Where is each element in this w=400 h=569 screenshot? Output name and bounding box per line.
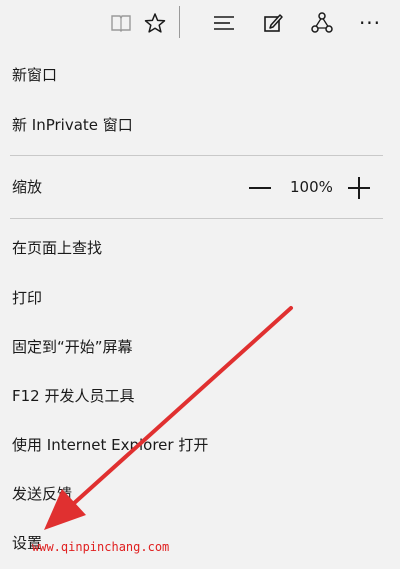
menu-item-print[interactable]: 打印: [12, 288, 42, 308]
reading-view-icon[interactable]: [106, 8, 136, 38]
zoom-value: 100%: [290, 178, 333, 196]
menu-divider: [10, 218, 383, 219]
zoom-in-button[interactable]: [348, 177, 370, 199]
menu-item-pin-to-start[interactable]: 固定到“开始”屏幕: [12, 337, 133, 357]
zoom-out-button[interactable]: [249, 187, 271, 189]
hub-icon[interactable]: [209, 8, 239, 38]
menu-item-new-window[interactable]: 新窗口: [12, 65, 57, 85]
toolbar-separator: [179, 6, 180, 38]
watermark-text: www.qinpinchang.com: [32, 540, 170, 554]
menu-item-open-with-ie[interactable]: 使用 Internet Explorer 打开: [12, 435, 208, 455]
favorite-star-icon[interactable]: [140, 8, 170, 38]
menu-item-send-feedback[interactable]: 发送反馈: [12, 484, 72, 504]
more-icon[interactable]: ···: [355, 8, 385, 38]
menu-item-f12-developer-tools[interactable]: F12 开发人员工具: [12, 386, 134, 406]
menu-divider: [10, 155, 383, 156]
browser-toolbar: ···: [0, 0, 400, 46]
zoom-controls: 100%: [0, 176, 400, 200]
menu-item-find-on-page[interactable]: 在页面上查找: [12, 238, 102, 258]
share-icon[interactable]: [307, 8, 337, 38]
web-note-icon[interactable]: [258, 8, 288, 38]
menu-item-new-inprivate-window[interactable]: 新 InPrivate 窗口: [12, 115, 133, 135]
more-actions-menu: 新窗口 新 InPrivate 窗口 缩放 100% 在页面上查找 打印 固定到…: [0, 50, 400, 569]
